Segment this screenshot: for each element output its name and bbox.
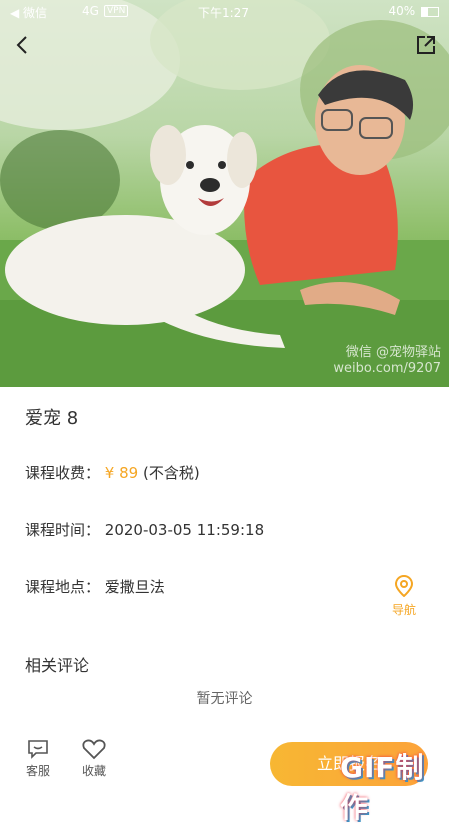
share-button[interactable] bbox=[415, 34, 437, 56]
gif-watermark: GIF制作 bbox=[340, 751, 425, 824]
location-label: 课程地点： bbox=[25, 578, 101, 596]
share-icon bbox=[417, 36, 435, 54]
navigation-button[interactable]: 导航 bbox=[384, 575, 424, 618]
network-label: 4G bbox=[82, 4, 99, 18]
chat-icon bbox=[28, 740, 48, 759]
image-watermark: 微信 @宠物驿站 weibo.com/9207 bbox=[333, 345, 441, 376]
battery-icon bbox=[421, 6, 439, 17]
hero-photo bbox=[0, 0, 449, 387]
navigation-label: 导航 bbox=[391, 603, 416, 617]
course-time-row: 课程时间： 2020-03-05 11:59:18 bbox=[25, 519, 264, 540]
course-fee-row: 课程收费： ¥ 89 (不含税) bbox=[25, 462, 200, 483]
time-label: 课程时间： bbox=[25, 521, 101, 539]
location-value: 爱撒旦法 bbox=[104, 578, 165, 596]
course-location-row: 课程地点： 爱撒旦法 bbox=[25, 576, 165, 597]
customer-service-label: 客服 bbox=[25, 764, 50, 778]
favorite-label: 收藏 bbox=[81, 764, 106, 778]
hero-image: ◀ 微信 4G VPN 下午1:27 40% 微信 @宠物驿站 weibo.co… bbox=[0, 0, 449, 387]
comments-title: 相关评论 bbox=[25, 656, 90, 675]
time-value: 2020-03-05 11:59:18 bbox=[104, 521, 265, 539]
fee-note: (不含税) bbox=[142, 464, 200, 482]
status-bar: ◀ 微信 4G VPN 下午1:27 40% bbox=[0, 0, 449, 24]
battery-label: 40% bbox=[389, 4, 439, 18]
heart-icon bbox=[82, 739, 106, 760]
chevron-left-icon bbox=[16, 36, 27, 54]
favorite-button[interactable]: 收藏 bbox=[74, 738, 114, 779]
back-button[interactable] bbox=[12, 34, 34, 56]
course-title: 爱宠 8 bbox=[25, 408, 79, 429]
comments-empty: 暂无评论 bbox=[196, 691, 253, 707]
customer-service-button[interactable]: 客服 bbox=[18, 738, 58, 779]
vpn-badge: VPN bbox=[104, 5, 129, 17]
clock-label: 下午1:27 bbox=[198, 6, 249, 20]
carrier-label: ◀ 微信 bbox=[10, 6, 48, 20]
fee-value: ¥ 89 bbox=[104, 464, 139, 482]
fee-label: 课程收费： bbox=[25, 464, 101, 482]
location-pin-icon bbox=[394, 575, 414, 597]
